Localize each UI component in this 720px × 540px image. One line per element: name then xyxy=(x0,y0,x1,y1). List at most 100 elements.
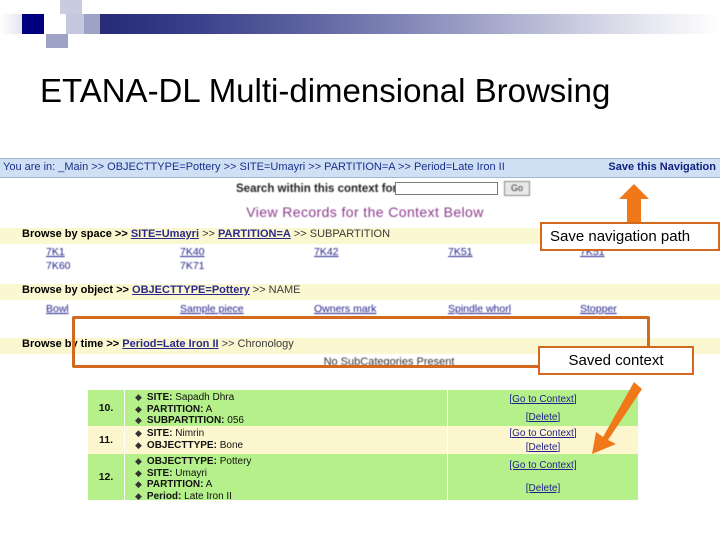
header-square-1 xyxy=(22,14,44,34)
header-square-5 xyxy=(44,14,66,34)
bullet-icon: ◆ xyxy=(135,439,142,450)
table-row[interactable]: 12. ◆ OBJECTTYPE: Pottery ◆ SITE: Umayri ◆… xyxy=(88,454,638,503)
facet-object-lead: Browse by object >> xyxy=(22,284,129,296)
row-field: ◆ SITE: Nimrin xyxy=(135,428,447,440)
facet-values-object: Bowl Sample piece Owners mark Spindle wh… xyxy=(0,303,720,319)
field-key: PARTITION: xyxy=(146,479,204,490)
header-gradient-bar xyxy=(44,14,720,34)
row-field: ◆ PARTITION: A xyxy=(135,479,447,491)
facet-value-object-2[interactable]: Sample piece xyxy=(180,303,244,315)
header-square-7 xyxy=(84,14,100,34)
facet-value-space-7[interactable]: 7K71 xyxy=(180,260,205,272)
field-key: SITE: xyxy=(146,467,173,479)
facet-value-space-4[interactable]: 7K51 xyxy=(448,246,473,258)
callout-save-label: Save navigation path xyxy=(550,228,691,245)
callout-context-label: Saved context xyxy=(568,352,664,369)
delete-link[interactable]: [Delete] xyxy=(526,483,560,494)
header-square-2 xyxy=(0,14,22,34)
row-number: 12. xyxy=(98,471,114,483)
facet-value-object-3[interactable]: Owners mark xyxy=(314,303,376,315)
bullet-icon: ◆ xyxy=(135,456,142,466)
facet-value-space-3[interactable]: 7K42 xyxy=(314,246,339,258)
callout-save-navigation-path: Save navigation path xyxy=(540,222,720,251)
breadcrumb-bar: You are in: _Main >> OBJECTTYPE=Pottery … xyxy=(0,158,720,178)
row-fields: ◆ SITE: Sapadh Dhra ◆ PARTITION: A ◆ SUBPAR… xyxy=(124,390,448,426)
field-key: SITE: xyxy=(146,392,173,403)
header-square-4 xyxy=(60,0,82,14)
header-square-8 xyxy=(28,34,46,46)
table-row[interactable]: 11. ◆ SITE: Nimrin ◆ OBJECTTYPE: Bone [Go … xyxy=(88,426,638,454)
bullet-icon: ◆ xyxy=(135,428,142,438)
field-key: SITE: xyxy=(146,428,173,439)
table-row[interactable]: 10. ◆ SITE: Sapadh Dhra ◆ PARTITION: A ◆ SU… xyxy=(88,390,638,426)
row-number: 10. xyxy=(98,402,114,414)
view-records-link[interactable]: View Records for the Context Below xyxy=(0,204,720,220)
header-square-9 xyxy=(46,34,68,48)
go-to-context-link[interactable]: [Go to Context] xyxy=(509,460,576,471)
row-field: ◆ SITE: Umayri xyxy=(135,468,447,480)
facet-object-crumb-objecttype[interactable]: OBJECTTYPE=Pottery xyxy=(132,284,250,296)
header-square-6 xyxy=(66,14,84,34)
search-label: Search within this context for xyxy=(236,183,398,195)
facet-value-space-6[interactable]: 7K60 xyxy=(46,260,71,272)
field-key: OBJECTTYPE: xyxy=(146,439,217,451)
field-value: Sapadh Dhra xyxy=(175,392,235,403)
facet-space-crumb-site[interactable]: SITE=Umayri xyxy=(131,228,199,240)
field-value: Late Iron II xyxy=(184,490,232,502)
no-subcategories-label: No SubCategories Present xyxy=(323,356,455,368)
row-fields: ◆ SITE: Nimrin ◆ OBJECTTYPE: Bone xyxy=(124,426,448,454)
slide-header-decoration xyxy=(0,0,720,48)
delete-link[interactable]: [Delete] xyxy=(526,442,560,453)
row-field: ◆ Period: Late Iron II xyxy=(135,491,447,503)
field-key: PARTITION: xyxy=(146,403,204,415)
embedded-browser-screenshot: You are in: _Main >> OBJECTTYPE=Pottery … xyxy=(0,158,720,516)
facet-value-object-4[interactable]: Spindle whorl xyxy=(448,303,511,315)
row-field: ◆ SITE: Sapadh Dhra xyxy=(135,392,447,404)
bullet-icon: ◆ xyxy=(135,479,142,489)
field-value: Pottery xyxy=(219,456,252,467)
row-field: ◆ OBJECTTYPE: Bone xyxy=(135,440,447,452)
bullet-icon: ◆ xyxy=(135,415,142,425)
field-key: OBJECTTYPE: xyxy=(146,456,217,467)
results-table: 10. ◆ SITE: Sapadh Dhra ◆ PARTITION: A ◆ SU… xyxy=(88,390,638,503)
delete-link[interactable]: [Delete] xyxy=(526,412,560,423)
facet-space-crumb-partition[interactable]: PARTITION=A xyxy=(218,228,291,240)
search-go-button[interactable]: Go xyxy=(504,181,530,196)
field-value: 056 xyxy=(227,415,244,426)
row-field: ◆ OBJECTTYPE: Pottery xyxy=(135,456,447,468)
facet-value-space-1[interactable]: 7K1 xyxy=(46,246,65,258)
field-value: A xyxy=(205,479,213,490)
facet-object-tail: >> NAME xyxy=(252,284,301,296)
facet-space-tail: >> SUBPARTITION xyxy=(293,228,391,240)
search-input[interactable] xyxy=(395,182,498,195)
field-key: SUBPARTITION: xyxy=(146,415,225,426)
save-this-navigation-link[interactable]: Save this Navigation xyxy=(608,161,716,173)
bullet-icon: ◆ xyxy=(135,467,142,478)
row-field: ◆ SUBPARTITION: 056 xyxy=(135,415,447,427)
field-value: A xyxy=(205,403,213,415)
go-to-context-link[interactable]: [Go to Context] xyxy=(509,394,576,405)
callout-saved-context: Saved context xyxy=(538,346,694,375)
breadcrumb: You are in: _Main >> OBJECTTYPE=Pottery … xyxy=(3,161,505,173)
facet-value-space-2[interactable]: 7K40 xyxy=(180,246,205,258)
bullet-icon: ◆ xyxy=(135,403,142,414)
facet-time-tail: >> Chronology xyxy=(221,338,294,350)
field-key: Period: xyxy=(146,490,182,502)
field-value: Nimrin xyxy=(175,428,205,439)
facet-space-lead: Browse by space >> xyxy=(22,228,128,240)
view-records-label: View Records for the Context Below xyxy=(246,204,484,220)
facet-value-object-5[interactable]: Stopper xyxy=(580,303,617,315)
facet-header-object: Browse by object >> OBJECTTYPE=Pottery >… xyxy=(0,284,720,300)
row-fields: ◆ OBJECTTYPE: Pottery ◆ SITE: Umayri ◆ PART… xyxy=(124,454,448,503)
page-title: ETANA-DL Multi-dimensional Browsing xyxy=(40,72,611,109)
facet-value-object-1[interactable]: Bowl xyxy=(46,303,69,315)
field-value: Bone xyxy=(219,439,244,451)
field-value: Umayri xyxy=(175,467,207,479)
go-to-context-link[interactable]: [Go to Context] xyxy=(509,428,576,439)
facet-time-lead: Browse by time >> xyxy=(22,338,120,350)
facet-time-crumb-period[interactable]: Period=Late Iron II xyxy=(122,338,218,350)
up-arrow-icon xyxy=(619,184,649,224)
bullet-icon: ◆ xyxy=(135,392,142,402)
context-search-row: Search within this context for Go xyxy=(0,180,720,204)
header-square-10 xyxy=(68,34,84,46)
